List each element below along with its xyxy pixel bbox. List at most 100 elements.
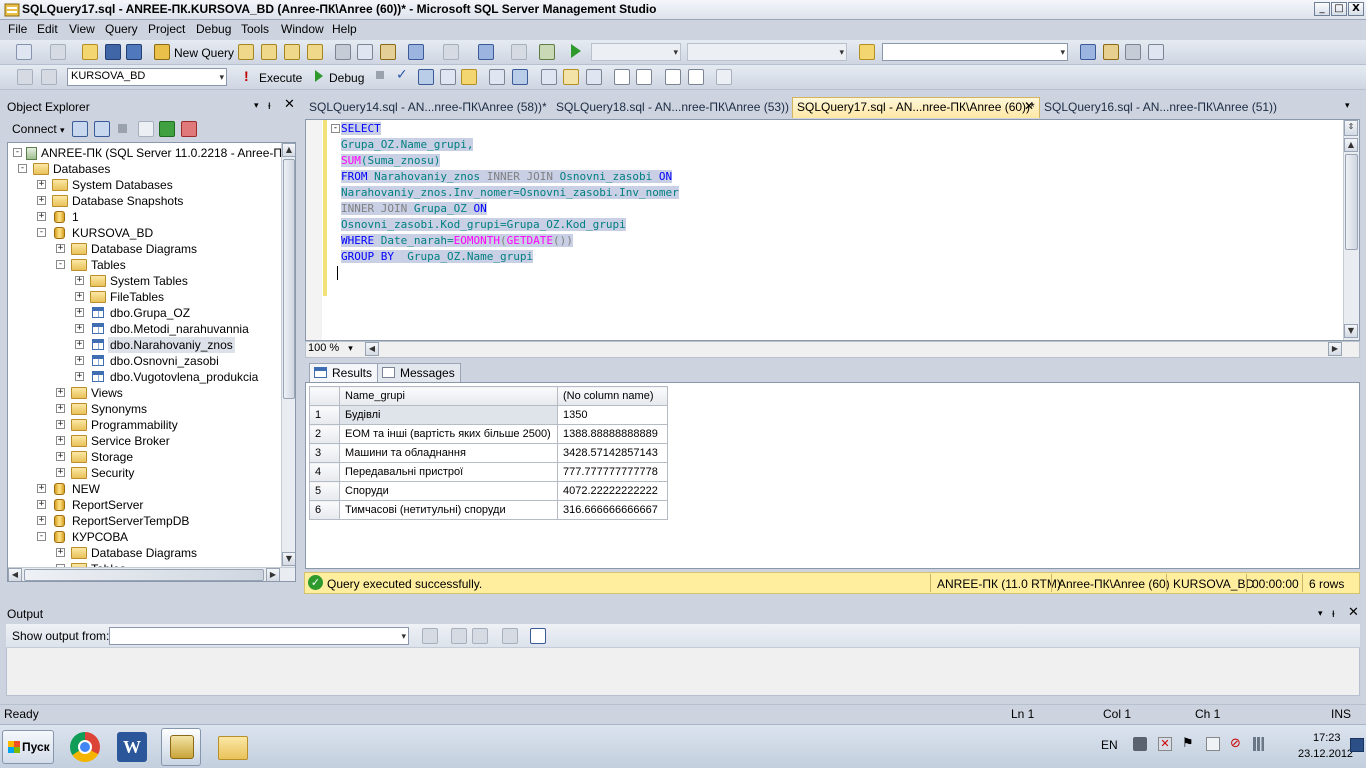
copy-icon[interactable] <box>357 44 373 60</box>
grid-cell[interactable]: Тимчасові (нетитульні) споруди <box>339 500 558 520</box>
increase-indent-icon[interactable] <box>688 69 704 85</box>
output-pin-icon[interactable]: ᵼ <box>1332 606 1335 620</box>
column-header[interactable]: (No column name) <box>557 386 668 406</box>
object-explorer-icon[interactable] <box>1080 44 1096 60</box>
tab-sqlquery17-active[interactable]: SQLQuery17.sql - AN...nree-ПК\Anree (60)… <box>792 97 1040 118</box>
query-designer-icon[interactable] <box>440 69 456 85</box>
clock-time[interactable]: 17:23 <box>1313 732 1341 744</box>
scroll-thumb[interactable] <box>283 159 295 399</box>
zoom-select[interactable]: 100 % ▾ <box>308 342 353 354</box>
menu-help[interactable]: Help <box>332 22 357 36</box>
output-menu-icon[interactable]: ▾ <box>1318 608 1323 619</box>
tray-flag-icon[interactable]: ⚑ <box>1182 737 1196 751</box>
grid-cell[interactable]: 4072.22222222222 <box>557 481 668 501</box>
clear-all-icon[interactable] <box>502 628 518 644</box>
find-combo[interactable]: ▾ <box>882 43 1068 61</box>
grid-cell[interactable]: 1388.88888888889 <box>557 424 668 444</box>
execute-button[interactable]: Execute <box>259 71 302 85</box>
word-wrap-icon[interactable] <box>530 628 546 644</box>
intellisense-icon[interactable] <box>461 69 477 85</box>
tray-volume-muted-icon[interactable]: ⊘ <box>1230 737 1244 751</box>
find-message-icon[interactable] <box>422 628 438 644</box>
db-engine-query-icon[interactable] <box>238 44 254 60</box>
solution-config-select[interactable]: ▾ <box>591 43 681 61</box>
grid-cell[interactable]: 316.666666666667 <box>557 500 668 520</box>
connect-icon[interactable] <box>17 69 33 85</box>
pin-icon[interactable]: ᵼ <box>268 98 271 112</box>
collapse-region-icon[interactable]: - <box>331 124 340 133</box>
start-button[interactable]: Пуск <box>2 730 54 764</box>
open-file-icon[interactable] <box>82 44 98 60</box>
new-query-button[interactable]: New Query <box>174 46 234 60</box>
oe-filter-icon[interactable] <box>138 121 154 137</box>
parse-check-icon[interactable]: ✓ <box>396 67 408 83</box>
navigate-backward-icon[interactable] <box>478 44 494 60</box>
grid-cell[interactable]: 3428.57142857143 <box>557 443 668 463</box>
tray-display-icon[interactable] <box>1133 737 1147 751</box>
ssms-taskbar-icon[interactable] <box>161 728 201 766</box>
show-desktop-button[interactable] <box>1350 738 1364 752</box>
redo-icon[interactable] <box>443 44 459 60</box>
row-number[interactable]: 3 <box>309 443 340 463</box>
change-connection-icon[interactable] <box>41 69 57 85</box>
language-indicator[interactable]: EN <box>1101 738 1118 752</box>
navigate-forward-icon[interactable] <box>511 44 527 60</box>
row-number[interactable]: 1 <box>309 405 340 425</box>
results-to-grid-icon[interactable] <box>563 69 579 85</box>
grid-cell[interactable]: 777.777777777778 <box>557 462 668 482</box>
menu-tools[interactable]: Tools <box>241 22 269 36</box>
tab-results[interactable]: Results <box>309 363 379 382</box>
save-all-icon[interactable] <box>126 44 142 60</box>
uncomment-icon[interactable] <box>636 69 652 85</box>
prev-message-icon[interactable] <box>451 628 467 644</box>
tab-sqlquery14[interactable]: SQLQuery14.sql - AN...nree-ПК\Anree (58)… <box>309 100 547 114</box>
oe-stop-icon[interactable] <box>118 124 127 133</box>
menu-debug[interactable]: Debug <box>196 22 231 36</box>
cancel-query-icon[interactable] <box>376 71 384 79</box>
specify-values-icon[interactable] <box>716 69 732 85</box>
output-source-select[interactable]: ▾ <box>109 627 409 645</box>
new-query-icon[interactable] <box>154 44 170 60</box>
scroll-right-icon[interactable]: ▶ <box>266 568 280 581</box>
tab-messages[interactable]: Messages <box>377 363 461 382</box>
next-message-icon[interactable] <box>472 628 488 644</box>
menu-file[interactable]: File <box>8 22 27 36</box>
oe-refresh-icon[interactable] <box>159 121 175 137</box>
cut-icon[interactable] <box>335 44 351 60</box>
pane-menu-icon[interactable]: ▾ <box>254 100 259 111</box>
row-number[interactable]: 2 <box>309 424 340 444</box>
new-project-icon[interactable] <box>16 44 32 60</box>
find-in-files-icon[interactable] <box>859 44 875 60</box>
specify-template-icon[interactable] <box>489 69 505 85</box>
tools-icon[interactable] <box>1125 44 1141 60</box>
add-item-icon[interactable] <box>50 44 66 60</box>
comment-out-icon[interactable] <box>614 69 630 85</box>
undo-icon[interactable] <box>408 44 424 60</box>
start-icon[interactable] <box>571 44 581 58</box>
platform-select[interactable]: ▾ <box>687 43 847 61</box>
grid-cell[interactable]: Передавальні пристрої <box>339 462 558 482</box>
results-to-file-icon[interactable] <box>586 69 602 85</box>
execute-icon[interactable]: ! <box>244 68 249 84</box>
menu-view[interactable]: View <box>69 22 95 36</box>
scroll-up-icon[interactable]: ▲ <box>282 143 295 157</box>
column-header[interactable]: Name_grupi <box>339 386 558 406</box>
available-databases-select[interactable]: KURSOVA_BD ▾ <box>67 68 227 86</box>
scroll-down-icon[interactable]: ▼ <box>282 552 295 566</box>
editor-scroll-up-icon[interactable]: ▲ <box>1344 138 1358 152</box>
window-layout-icon[interactable] <box>1148 44 1164 60</box>
editor-vertical-scrollbar[interactable]: ⇕ ▲ ▼ <box>1343 120 1359 340</box>
tab-sqlquery18[interactable]: SQLQuery18.sql - AN...nree-ПК\Anree (53)… <box>556 100 789 114</box>
word-taskbar-icon[interactable]: W <box>112 728 152 766</box>
tray-network-error-icon[interactable]: ✕ <box>1158 737 1172 751</box>
oe-disconnect-icon[interactable] <box>94 121 110 137</box>
menu-query[interactable]: Query <box>105 22 138 36</box>
tree-vertical-scrollbar[interactable]: ▲ ▼ <box>281 143 295 567</box>
row-number[interactable]: 4 <box>309 462 340 482</box>
decrease-indent-icon[interactable] <box>665 69 681 85</box>
debug-window-icon[interactable] <box>539 44 555 60</box>
minimize-button[interactable]: _ <box>1314 2 1330 16</box>
tab-list-icon[interactable]: ▾ <box>1345 100 1350 111</box>
close-tab-icon[interactable]: ✕ <box>1024 99 1034 113</box>
xmla-query-icon[interactable] <box>307 44 323 60</box>
